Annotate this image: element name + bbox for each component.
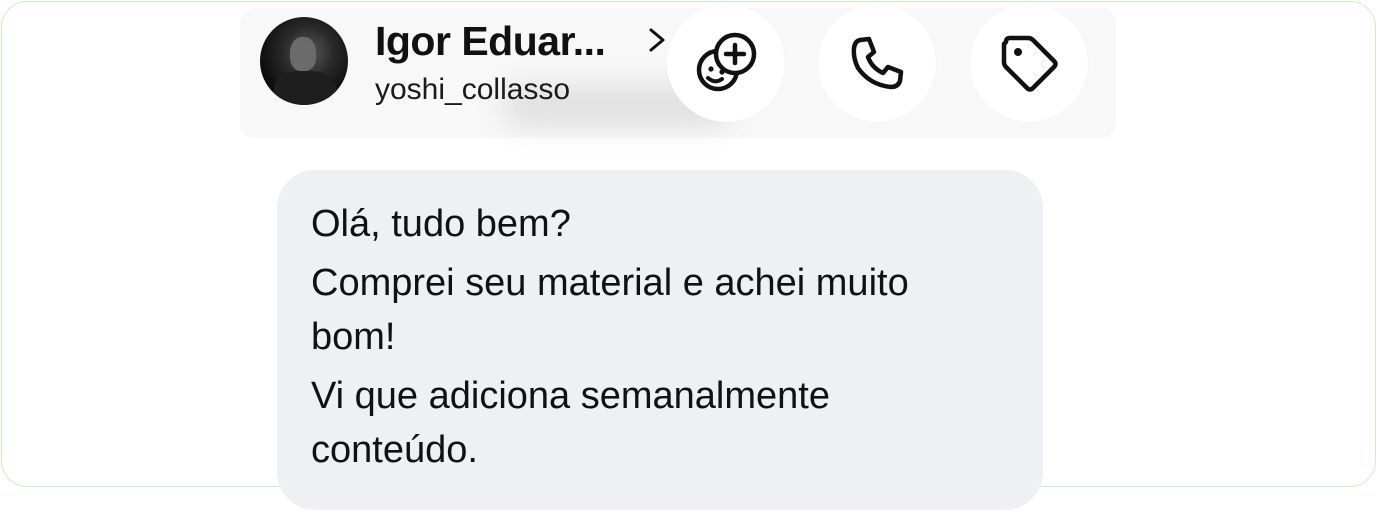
avatar-shoulders — [274, 71, 336, 105]
avatar-face — [290, 37, 316, 71]
avatar[interactable] — [260, 17, 348, 105]
message-line: conteúdo. — [311, 429, 478, 471]
phone-icon — [851, 36, 904, 90]
message-line: Comprei seu material e achei muito — [311, 262, 909, 304]
contact-username: yoshi_collasso — [375, 73, 571, 106]
message-line: bom! — [311, 316, 396, 358]
tag-icon — [1001, 35, 1058, 92]
label-button[interactable] — [970, 4, 1088, 122]
sticker-add-icon — [696, 32, 757, 92]
call-button[interactable] — [818, 4, 936, 122]
add-sticker-button[interactable] — [667, 4, 785, 122]
contact-name[interactable]: Igor Eduar... — [375, 18, 606, 65]
message-line: Vi que adiciona semanalmente — [311, 375, 830, 417]
message-line: Olá, tudo bem? — [311, 203, 571, 245]
chevron-right-icon[interactable] — [645, 24, 669, 56]
